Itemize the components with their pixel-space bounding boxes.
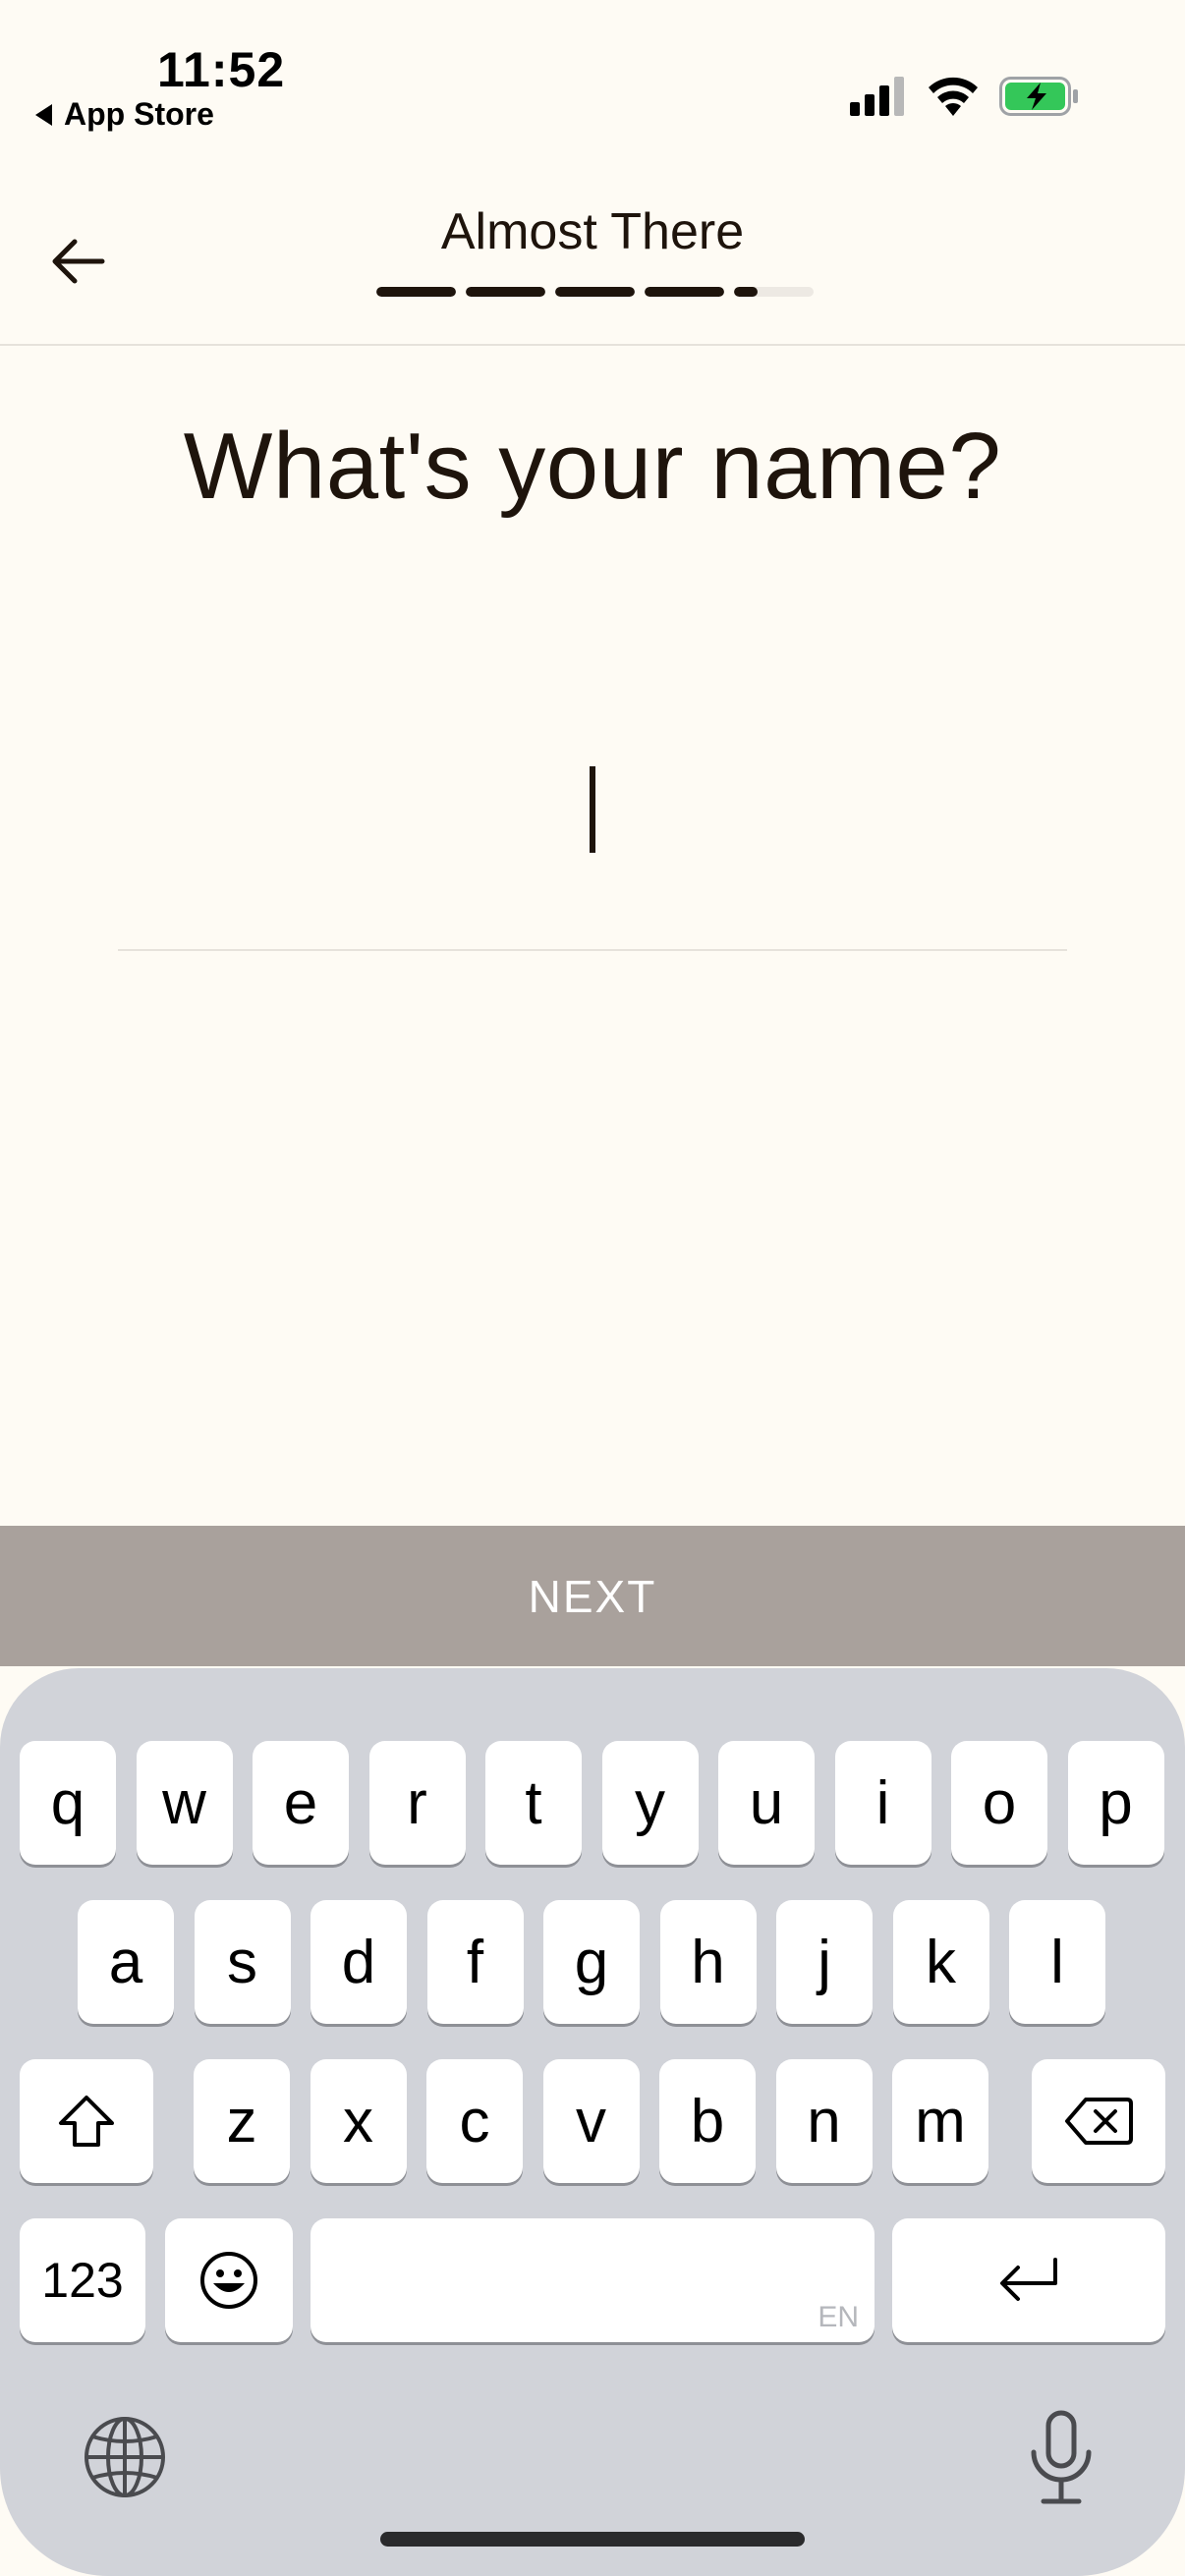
key-d[interactable]: d [310, 1900, 407, 2024]
key-g[interactable]: g [543, 1900, 640, 2024]
name-field[interactable] [118, 717, 1067, 951]
space-key[interactable]: EN [310, 2218, 875, 2342]
key-a[interactable]: a [78, 1900, 174, 2024]
key-z[interactable]: z [194, 2059, 290, 2183]
progress-segment [645, 287, 724, 297]
key-w[interactable]: w [136, 1741, 233, 1865]
emoji-key[interactable] [165, 2218, 293, 2342]
key-t[interactable]: t [485, 1741, 582, 1865]
back-app-label: App Store [64, 96, 214, 132]
progress-segment [734, 287, 814, 297]
key-v[interactable]: v [542, 2059, 640, 2183]
key-j[interactable]: j [776, 1900, 873, 2024]
progress-segment-fill [555, 287, 635, 297]
key-q[interactable]: q [20, 1741, 116, 1865]
page-title: What's your name? [183, 414, 1002, 519]
return-icon [1000, 2258, 1057, 2301]
text-caret [590, 766, 595, 853]
header-title: Almost There [440, 203, 745, 260]
key-r[interactable]: r [368, 1741, 466, 1865]
key-o[interactable]: o [951, 1741, 1047, 1865]
key-e[interactable]: e [253, 1741, 349, 1865]
progress-segment-fill [645, 287, 724, 297]
key-u[interactable]: u [718, 1741, 815, 1865]
key-l[interactable]: l [1009, 1900, 1105, 2024]
key-s[interactable]: s [194, 1900, 291, 2024]
cellular-signal-icon [850, 77, 904, 116]
progress-segment-fill [734, 287, 759, 297]
globe-icon[interactable] [83, 2415, 167, 2499]
return-key[interactable] [892, 2218, 1165, 2342]
key-i[interactable]: i [834, 1741, 931, 1865]
key-h[interactable]: h [659, 1900, 757, 2024]
status-bar: 11:52 App Store [0, 0, 1185, 147]
progress-segment-fill [466, 287, 545, 297]
progress-segment [466, 287, 545, 297]
delete-key[interactable] [1032, 2059, 1165, 2183]
numbers-key[interactable]: 123 [20, 2218, 145, 2342]
header: Almost There [0, 167, 1185, 346]
key-p[interactable]: p [1067, 1741, 1164, 1865]
back-to-app-store[interactable]: App Store [35, 96, 214, 133]
progress-segment [555, 287, 635, 297]
next-button[interactable]: NEXT [0, 1526, 1185, 1666]
status-time: 11:52 [157, 42, 286, 97]
shift-icon [59, 2096, 114, 2147]
key-y[interactable]: y [601, 1741, 699, 1865]
shift-key[interactable] [20, 2059, 153, 2183]
key-n[interactable]: n [775, 2059, 873, 2183]
space-language-label: EN [818, 2301, 859, 2333]
home-indicator [380, 2532, 805, 2547]
key-k[interactable]: k [892, 1900, 989, 2024]
emoji-icon [200, 2252, 257, 2309]
mic-icon[interactable] [1022, 2409, 1100, 2507]
progress-segment-fill [376, 287, 456, 297]
wifi-icon [929, 77, 978, 116]
progress-bar [376, 287, 814, 297]
back-triangle-icon [35, 103, 52, 126]
delete-icon [1065, 2098, 1133, 2145]
key-c[interactable]: c [426, 2059, 523, 2183]
key-f[interactable]: f [426, 1900, 524, 2024]
key-x[interactable]: x [310, 2059, 407, 2183]
progress-segment [376, 287, 456, 297]
key-m[interactable]: m [892, 2059, 988, 2183]
key-b[interactable]: b [659, 2059, 756, 2183]
battery-charging-icon [999, 77, 1078, 116]
